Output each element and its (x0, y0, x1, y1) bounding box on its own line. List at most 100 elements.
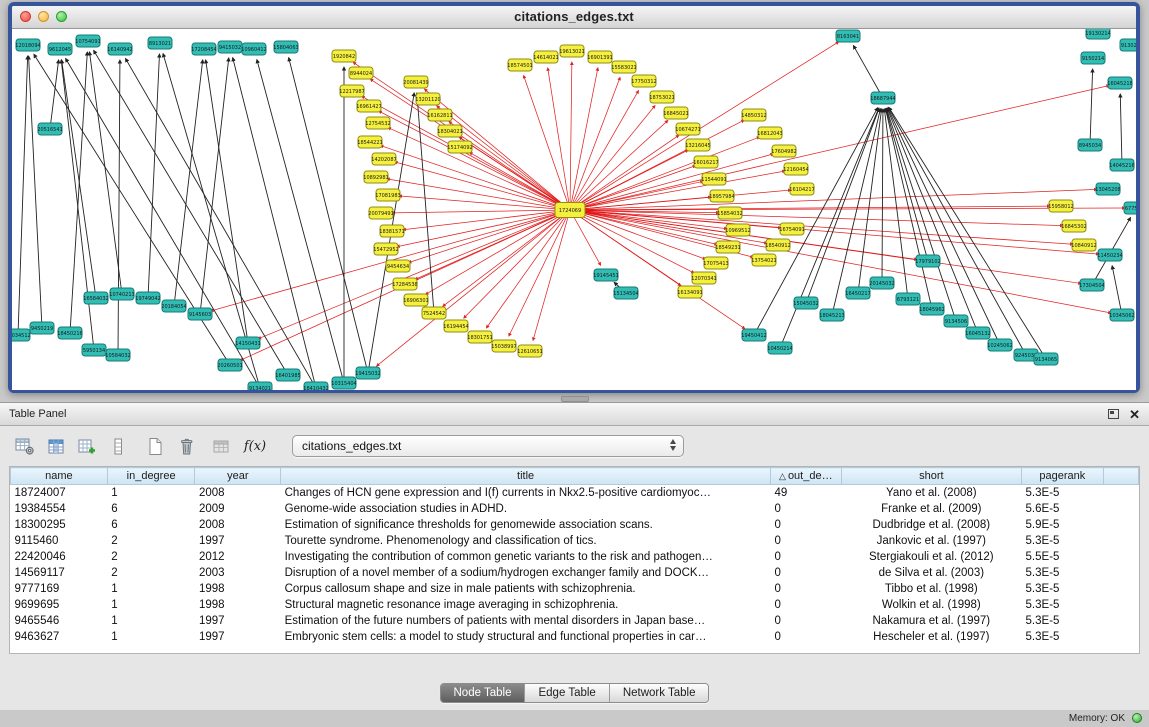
graph-node[interactable]: 15583021 (611, 61, 636, 73)
column-header-out_de…[interactable]: △out_de… (771, 468, 842, 485)
graph-node[interactable]: 10345062 (1109, 309, 1134, 321)
graph-node[interactable]: 12217987 (339, 85, 364, 97)
close-window-button[interactable] (20, 11, 31, 22)
table-row[interactable]: 969969511998Structural magnetic resonanc… (11, 597, 1139, 613)
graph-node[interactable]: 16901391 (587, 51, 612, 63)
graph-node[interactable]: 10584032 (105, 349, 130, 361)
memory-status-indicator[interactable] (1132, 713, 1142, 723)
graph-edge[interactable] (570, 210, 1081, 283)
graph-node[interactable]: 13201120 (415, 93, 440, 105)
graph-node[interactable]: 18304021 (437, 125, 462, 137)
graph-node[interactable]: 16845302 (1061, 220, 1086, 232)
table-selector-dropdown[interactable]: citations_edges.txt (292, 435, 684, 457)
table-cell[interactable]: 1997 (195, 613, 281, 629)
table-cell[interactable]: 1 (107, 597, 195, 613)
column-header-short[interactable]: short (841, 468, 1021, 485)
graph-edge[interactable] (397, 210, 570, 247)
table-cell[interactable]: Jankovic et al. (1997) (841, 533, 1021, 549)
graph-node[interactable]: 9450219 (30, 322, 54, 334)
graph-node[interactable]: 16961427 (356, 100, 381, 112)
table-row[interactable]: 946362711997Embryonic stem cells: a mode… (11, 629, 1139, 645)
table-cell[interactable]: 9465546 (11, 613, 108, 629)
graph-node[interactable]: 15174092 (447, 141, 472, 153)
table-cell[interactable]: 1 (107, 581, 195, 597)
graph-node[interactable]: 18045213 (819, 309, 844, 321)
table-cell[interactable]: Changes of HCN gene expression and I(f) … (281, 485, 771, 501)
graph-edge[interactable] (126, 59, 316, 388)
graph-node[interactable]: 14202087 (371, 153, 396, 165)
graph-edge[interactable] (380, 146, 570, 210)
table-cell[interactable]: Structural magnetic resonance image aver… (281, 597, 771, 613)
graph-edge[interactable] (206, 60, 248, 343)
graph-node[interactable]: 10315404 (331, 377, 356, 389)
new-column-icon[interactable] (74, 434, 100, 458)
graph-node[interactable]: 16906301 (403, 294, 428, 306)
table-cell[interactable]: 22420046 (11, 549, 108, 565)
graph-node[interactable]: 15472952 (373, 243, 398, 255)
graph-edge[interactable] (570, 85, 1109, 210)
table-cell[interactable]: 0 (771, 501, 842, 517)
graph-node[interactable]: 19749042 (135, 292, 160, 304)
graph-node[interactable]: 17284538 (392, 278, 417, 290)
graph-node[interactable]: 8913021 (148, 37, 172, 49)
graph-edge[interactable] (486, 210, 570, 328)
graph-edge[interactable] (570, 166, 696, 210)
table-cell[interactable]: 9115460 (11, 533, 108, 549)
graph-node[interactable]: 11544091 (701, 173, 726, 185)
graph-node[interactable]: 19450412 (741, 329, 766, 341)
graph-edge[interactable] (392, 210, 570, 213)
table-cell[interactable]: 2009 (195, 501, 281, 517)
graph-node[interactable]: 16754091 (779, 223, 804, 235)
table-row[interactable]: 2242004622012Investigating the contribut… (11, 549, 1139, 565)
graph-node[interactable]: 10450214 (767, 342, 792, 354)
graph-node[interactable]: 16104217 (789, 183, 814, 195)
table-cell[interactable]: 5.3E-5 (1022, 533, 1104, 549)
graph-node[interactable]: 16450217 (845, 287, 870, 299)
zoom-window-button[interactable] (56, 11, 67, 22)
graph-node[interactable]: 16140942 (107, 43, 132, 55)
table-cell[interactable] (1103, 629, 1138, 645)
graph-node[interactable]: 9130212 (1120, 39, 1136, 51)
table-cell[interactable]: 6 (107, 501, 195, 517)
table-cell[interactable]: Corpus callosum shape and size in male p… (281, 581, 771, 597)
graph-node[interactable]: 17208454 (191, 43, 216, 55)
graph-edge[interactable] (29, 56, 42, 328)
graph-edge[interactable] (148, 54, 159, 298)
graph-node[interactable]: 18410432 (303, 382, 328, 390)
table-cell[interactable]: 5.3E-5 (1022, 613, 1104, 629)
table-cell[interactable]: 0 (771, 517, 842, 533)
graph-node[interactable]: 17304504 (1079, 279, 1104, 291)
network-window[interactable]: citations_edges.txt 17240691920842894402… (8, 2, 1140, 393)
graph-edge[interactable] (89, 52, 122, 294)
table-cell[interactable]: 1998 (195, 581, 281, 597)
graph-edge[interactable] (425, 210, 570, 294)
table-cell[interactable]: 18300295 (11, 517, 108, 533)
table-cell[interactable]: de Silva et al. (2003) (841, 565, 1021, 581)
graph-node[interactable]: 16584032 (83, 292, 108, 304)
graph-edge[interactable] (50, 60, 59, 129)
table-settings-icon[interactable] (12, 434, 38, 458)
graph-node[interactable]: 18549231 (715, 241, 740, 253)
graph-edge[interactable] (806, 108, 879, 303)
graph-edge[interactable] (70, 52, 87, 333)
table-cell[interactable]: 2 (107, 549, 195, 565)
graph-node[interactable]: 9134065 (1034, 353, 1058, 365)
table-cell[interactable]: 5.3E-5 (1022, 597, 1104, 613)
graph-node[interactable]: 10740213 (109, 288, 134, 300)
graph-node[interactable]: 19415032 (355, 367, 380, 379)
graph-node[interactable]: 18450216 (57, 327, 82, 339)
graph-edge[interactable] (1090, 69, 1093, 145)
table-row[interactable]: 1830029562008Estimation of significance … (11, 517, 1139, 533)
table-row[interactable]: 977716911998Corpus callosum shape and si… (11, 581, 1139, 597)
table-cell[interactable] (1103, 517, 1138, 533)
table-cell[interactable]: Estimation of the future numbers of pati… (281, 613, 771, 629)
graph-edge[interactable] (257, 60, 344, 383)
graph-node[interactable]: 18574501 (507, 59, 532, 71)
float-panel-icon[interactable] (1108, 409, 1119, 419)
graph-node[interactable]: 16162811 (427, 109, 452, 121)
graph-node[interactable]: 19130214 (1085, 29, 1110, 39)
table-cell[interactable]: 2012 (195, 549, 281, 565)
table-cell[interactable]: Embryonic stem cells: a model to study s… (281, 629, 771, 645)
graph-node[interactable]: 10674271 (675, 123, 700, 135)
tab-edge-table[interactable]: Edge Table (524, 684, 608, 702)
